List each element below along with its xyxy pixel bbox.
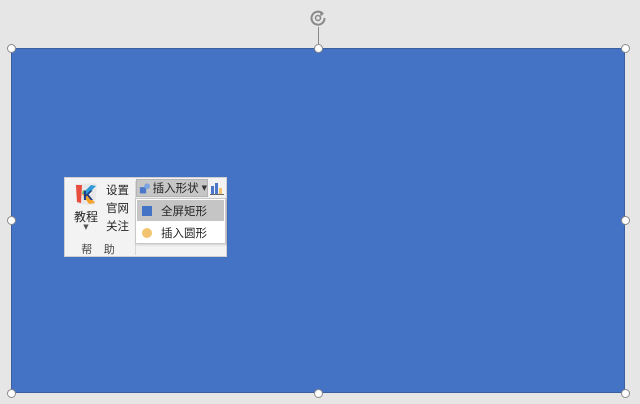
fullscreen-rectangle-item[interactable]: 全屏矩形 [137,200,224,221]
resize-handle-top-center[interactable] [314,44,323,53]
chart-icon[interactable] [209,180,225,196]
resize-handle-middle-left[interactable] [7,216,16,225]
fullscreen-rectangle-label: 全屏矩形 [161,203,207,218]
settings-link[interactable]: 设置 [106,181,134,199]
resize-handle-bottom-center[interactable] [314,389,323,398]
circle-icon [142,227,152,238]
resize-handle-middle-right[interactable] [621,216,630,225]
insert-circle-label: 插入圆形 [161,225,207,240]
resize-handle-bottom-left[interactable] [7,389,16,398]
chevron-down-icon: ▼ [201,184,207,192]
svg-text:K: K [83,187,93,203]
insert-shape-label: 插入形状 [152,181,199,195]
shapes-icon [139,182,150,193]
website-link[interactable]: 官网 [106,199,134,217]
tutorial-button[interactable]: K 教程 ▼ [69,181,103,239]
resize-handle-top-left[interactable] [7,44,16,53]
k-logo-icon: K [75,183,97,205]
square-icon [142,205,152,216]
ribbon-panel: K 教程 ▼ 设置 官网 关注 帮 助 插入形状 ▼ 全屏矩形 插入圆形 [64,177,227,257]
help-group-label: 帮 助 [81,243,119,256]
resize-handle-bottom-right[interactable] [621,389,630,398]
rotate-handle-icon[interactable] [307,7,329,29]
insert-shape-dropdown: 全屏矩形 插入圆形 [135,198,226,244]
insert-circle-item[interactable]: 插入圆形 [137,222,224,243]
insert-shape-button[interactable]: 插入形状 ▼ [136,179,208,197]
resize-handle-top-right[interactable] [621,44,630,53]
follow-link[interactable]: 关注 [106,217,134,235]
help-links: 设置 官网 关注 [106,181,134,235]
